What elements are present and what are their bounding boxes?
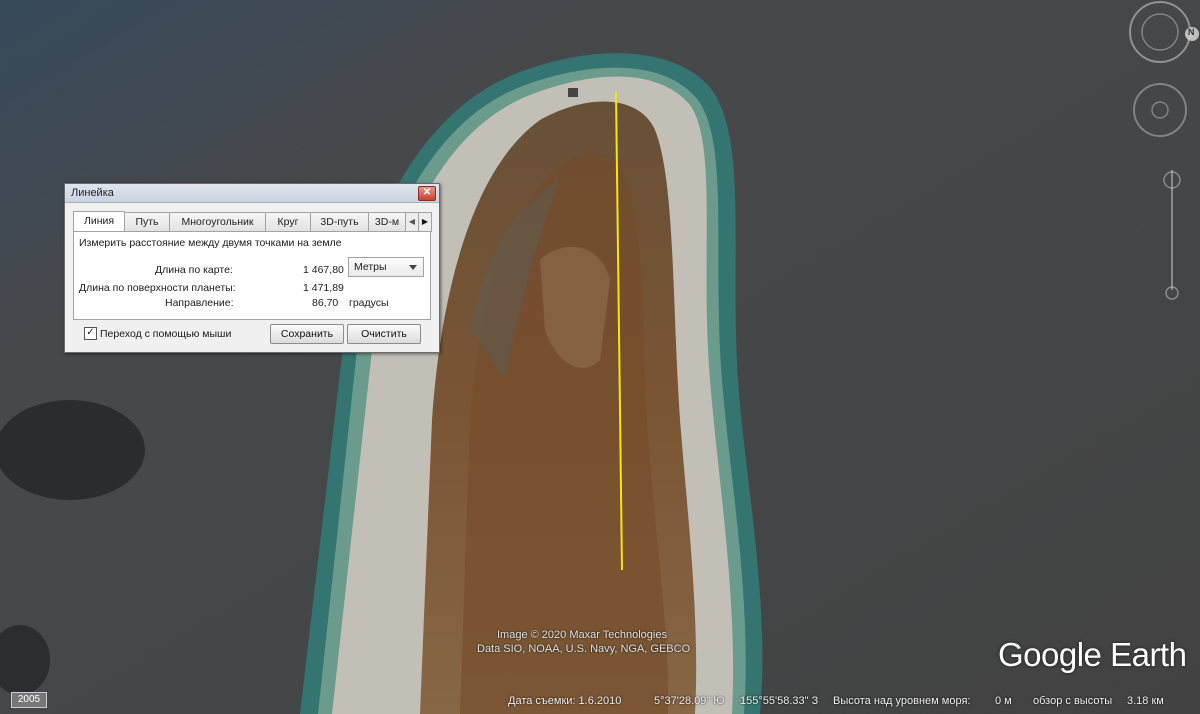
dialog-titlebar[interactable]: Линейка ✕ — [65, 184, 439, 203]
tab-scroll-left-icon[interactable]: ◀ — [405, 212, 419, 232]
elevation-value: 0 м — [995, 695, 1012, 707]
map-imagery — [0, 0, 1200, 714]
eye-altitude-value: 3.18 км — [1127, 695, 1164, 707]
historical-imagery-year[interactable]: 2005 — [11, 692, 47, 708]
tab-3d-path[interactable]: 3D-путь — [310, 212, 369, 231]
tab-path[interactable]: Путь — [124, 212, 170, 231]
save-button[interactable]: Сохранить — [270, 324, 344, 344]
tab-polygon[interactable]: Многоугольник — [169, 212, 266, 231]
close-button[interactable]: ✕ — [418, 186, 436, 201]
navigation-controls[interactable]: N — [1120, 0, 1200, 300]
google-earth-logo: Google Earth — [998, 636, 1187, 673]
units-selected-value: Метры — [354, 261, 387, 273]
description-text: Измерить расстояние между двумя точками … — [79, 237, 342, 249]
surface-length-label: Длина по поверхности планеты: — [79, 282, 236, 294]
direction-value: 86,70 — [312, 297, 339, 309]
data-credit: Data SIO, NOAA, U.S. Navy, NGA, GEBCO — [477, 643, 691, 655]
north-icon[interactable]: N — [1188, 27, 1195, 37]
elevation-label: Высота над уровнем моря: — [833, 695, 971, 707]
ruler-tabs: Линия Путь Многоугольник Круг 3D-путь 3D… — [73, 211, 432, 232]
direction-label: Направление: — [165, 297, 234, 309]
tab-circle[interactable]: Круг — [265, 212, 311, 231]
map-length-value: 1 467,80 — [303, 264, 344, 276]
chevron-down-icon — [409, 265, 417, 270]
map-length-label: Длина по карте: — [155, 264, 233, 276]
tab-scroll-right-icon[interactable]: ▶ — [418, 212, 432, 232]
imagery-date: Дата съемки: 1.6.2010 — [508, 695, 622, 707]
tab-3d-polygon[interactable]: 3D-м — [368, 212, 406, 231]
mouse-nav-label: Переход с помощью мыши — [100, 328, 232, 340]
surface-length-value: 1 471,89 — [303, 282, 344, 294]
mouse-nav-checkbox[interactable]: ✓ — [84, 327, 97, 340]
units-select[interactable]: Метры — [348, 257, 424, 277]
status-bar: Дата съемки: 1.6.2010 5°37'28.09" Ю 155°… — [0, 690, 1200, 714]
ruler-dialog: Линейка ✕ Линия Путь Многоугольник Круг … — [64, 183, 440, 353]
latitude: 5°37'28.09" Ю — [654, 695, 725, 707]
dialog-title: Линейка — [71, 187, 114, 199]
imagery-credit: Image © 2020 Maxar Technologies — [497, 629, 667, 641]
tab-line[interactable]: Линия — [73, 211, 125, 232]
clear-button[interactable]: Очистить — [347, 324, 421, 344]
longitude: 155°55'58.33" З — [740, 695, 819, 707]
direction-unit: градусы — [349, 297, 389, 309]
satellite-map[interactable] — [0, 0, 1200, 714]
eye-altitude-label: обзор с высоты — [1033, 695, 1113, 707]
